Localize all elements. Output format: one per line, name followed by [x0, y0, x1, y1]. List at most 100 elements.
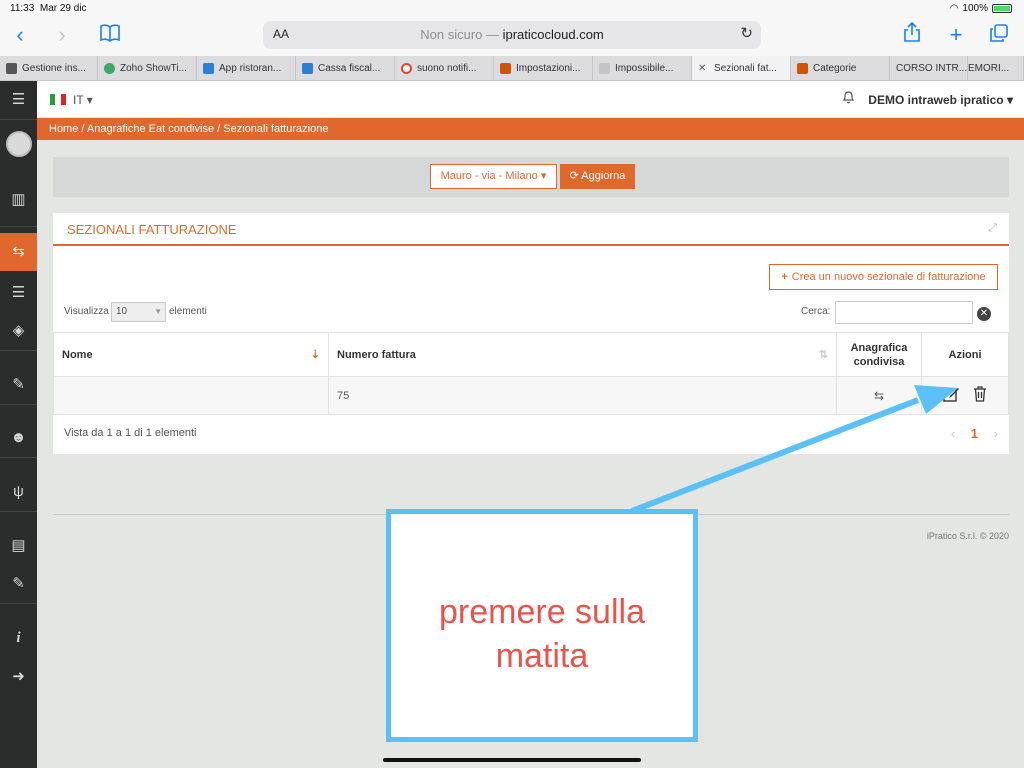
tab-favicon [6, 62, 17, 74]
panel-header: SEZIONALI FATTURAZIONE ⤢ [53, 213, 1009, 246]
ios-status-bar: 11:33 Mar 29 dic ◠ 100% [0, 0, 1024, 18]
page-size-label: Visualizza [64, 306, 109, 317]
browser-tab-active[interactable]: ✕ Sezionali fat... [692, 56, 791, 80]
shared-icon: ⇆ [873, 388, 885, 403]
cell-nome [53, 376, 329, 415]
edit-pencil-icon[interactable] [943, 387, 964, 406]
new-tab-icon[interactable]: + [942, 22, 970, 50]
breadcrumb: Home / Anagrafiche Eat condivise / Sezio… [37, 118, 1024, 140]
browser-tab[interactable]: CORSO INTR... [890, 56, 968, 80]
shared-records-icon[interactable]: ⇆ [0, 233, 37, 271]
search-label: Cerca: [801, 306, 831, 317]
language-selector[interactable]: IT ▾ [73, 93, 93, 107]
app-sidebar: ☰ ▥ ⇆ ☰ ◈ ✎ ☻ ψ ▤ ✎ i ➜ [0, 81, 37, 768]
browser-tab[interactable]: Impossibile... [593, 56, 692, 80]
edit-icon[interactable]: ✎ [0, 565, 37, 603]
logout-icon[interactable]: ➜ [0, 658, 37, 696]
status-date: Mar 29 dic [39, 3, 87, 14]
sort-icon[interactable]: ⇅ [819, 348, 828, 361]
browser-tab[interactable]: Zoho ShowTi... [98, 56, 197, 80]
back-icon[interactable]: ‹ [6, 22, 34, 50]
not-secure-label: Non sicuro — [420, 27, 499, 42]
column-header-numero[interactable]: Numero fattura ⇅ [328, 332, 837, 377]
restaurant-icon[interactable]: ψ [0, 473, 37, 511]
reload-icon[interactable]: ↻ [740, 24, 753, 42]
home-indicator [383, 758, 641, 762]
create-section-button[interactable]: + Crea un nuovo sezionale di fatturazione [769, 264, 998, 290]
browser-tab[interactable]: Impostazioni... [494, 56, 593, 80]
clear-search-icon[interactable]: ✕ [977, 307, 991, 321]
sort-asc-icon[interactable]: ⇣ [311, 348, 320, 361]
stats-icon[interactable]: ▥ [0, 181, 37, 219]
filter-bar: Mauro - via - Milano ▾ ⟳ Aggiorna [53, 157, 1009, 197]
browser-tab-label: Sezionali fat... [714, 62, 777, 74]
document-icon[interactable]: ▤ [0, 527, 37, 565]
expand-icon[interactable]: ⤢ [988, 222, 997, 235]
browser-tab-label: Impossibile... [615, 62, 674, 74]
footer-copyright: iPratico S.r.l. © 2020 [926, 531, 1009, 541]
database-icon[interactable]: ☰ [0, 274, 37, 312]
bell-icon[interactable] [842, 90, 855, 107]
bookmarks-icon[interactable] [96, 22, 124, 50]
browser-tab[interactable]: EMORI... [968, 56, 1024, 80]
browser-tab[interactable]: Gestione ins... [0, 56, 98, 80]
annotation-box: premere sulla matita [386, 509, 698, 742]
users-icon[interactable]: ☻ [0, 419, 37, 457]
column-header-azioni: Azioni [921, 332, 1009, 377]
create-section-label: Crea un nuovo sezionale di fatturazione [791, 271, 986, 283]
battery-icon [992, 4, 1012, 13]
tab-favicon [401, 62, 412, 74]
table-row: 75 ⇆ [53, 376, 1009, 415]
location-select[interactable]: Mauro - via - Milano ▾ [430, 164, 557, 189]
page-size-value: 10 [116, 306, 128, 317]
chevron-down-icon: ▼ [154, 307, 162, 316]
cell-anagrafica: ⇆ [836, 376, 922, 415]
products-icon[interactable]: ◈ [0, 312, 37, 350]
url-domain: ipraticocloud.com [502, 27, 604, 42]
tab-favicon [203, 62, 214, 74]
cell-numero: 75 [328, 376, 837, 415]
column-header-nome[interactable]: Nome ⇣ [53, 332, 329, 377]
column-header-anagrafica[interactable]: Anagrafica condivisa [836, 332, 922, 377]
app-topbar: IT ▾ DEMO intraweb ipratico ▾ [37, 81, 1024, 118]
search-input[interactable] [835, 301, 973, 324]
page-size-select[interactable]: 10 ▼ [111, 302, 166, 322]
page-number[interactable]: 1 [971, 426, 978, 441]
user-menu[interactable]: DEMO intraweb ipratico ▾ [868, 93, 1013, 107]
prev-page-icon[interactable]: ‹ [951, 426, 955, 441]
battery-percent: 100% [962, 3, 988, 14]
settings-wrench-icon[interactable]: ✎ [0, 366, 37, 404]
browser-tab[interactable]: Cassa fiscal... [296, 56, 395, 80]
tab-favicon [302, 62, 313, 74]
browser-tab-label: Impostazioni... [516, 62, 581, 74]
browser-tab-label: CORSO INTR... [896, 62, 968, 74]
browser-tab[interactable]: suono notifi... [395, 56, 494, 80]
avatar[interactable] [6, 131, 32, 157]
browser-tab-label: suono notifi... [417, 62, 477, 74]
browser-toolbar: ‹ › AA Non sicuro — ipraticocloud.com ↻ … [0, 18, 1024, 56]
tab-favicon [797, 62, 808, 74]
annotation-text: premere sulla matita [439, 593, 645, 675]
table-info: Vista da 1 a 1 di 1 elementi [64, 427, 197, 439]
next-page-icon[interactable]: › [994, 426, 998, 441]
info-icon[interactable]: i [0, 619, 37, 657]
menu-toggle-icon[interactable]: ☰ [0, 81, 37, 119]
browser-tab-label: Gestione ins... [22, 62, 86, 74]
browser-tab[interactable]: Categorie [791, 56, 890, 80]
wifi-icon: ◠ [949, 3, 959, 14]
tabs-overview-icon[interactable] [985, 22, 1013, 50]
cell-azioni [921, 376, 1009, 415]
tab-favicon [104, 62, 115, 74]
trash-icon[interactable] [973, 385, 987, 406]
close-tab-icon[interactable]: ✕ [698, 63, 709, 74]
browser-tab-label: Categorie [813, 62, 857, 74]
browser-tab-label: EMORI... [968, 62, 1010, 74]
forward-icon[interactable]: › [48, 22, 76, 50]
plus-icon: + [781, 271, 788, 283]
refresh-button[interactable]: ⟳ Aggiorna [560, 164, 635, 189]
pagination: ‹ 1 › [939, 426, 998, 441]
address-bar[interactable]: AA Non sicuro — ipraticocloud.com ↻ [263, 21, 761, 49]
browser-tab[interactable]: App ristoran... [197, 56, 296, 80]
share-icon[interactable] [898, 21, 926, 50]
page-size-suffix: elementi [169, 306, 207, 317]
